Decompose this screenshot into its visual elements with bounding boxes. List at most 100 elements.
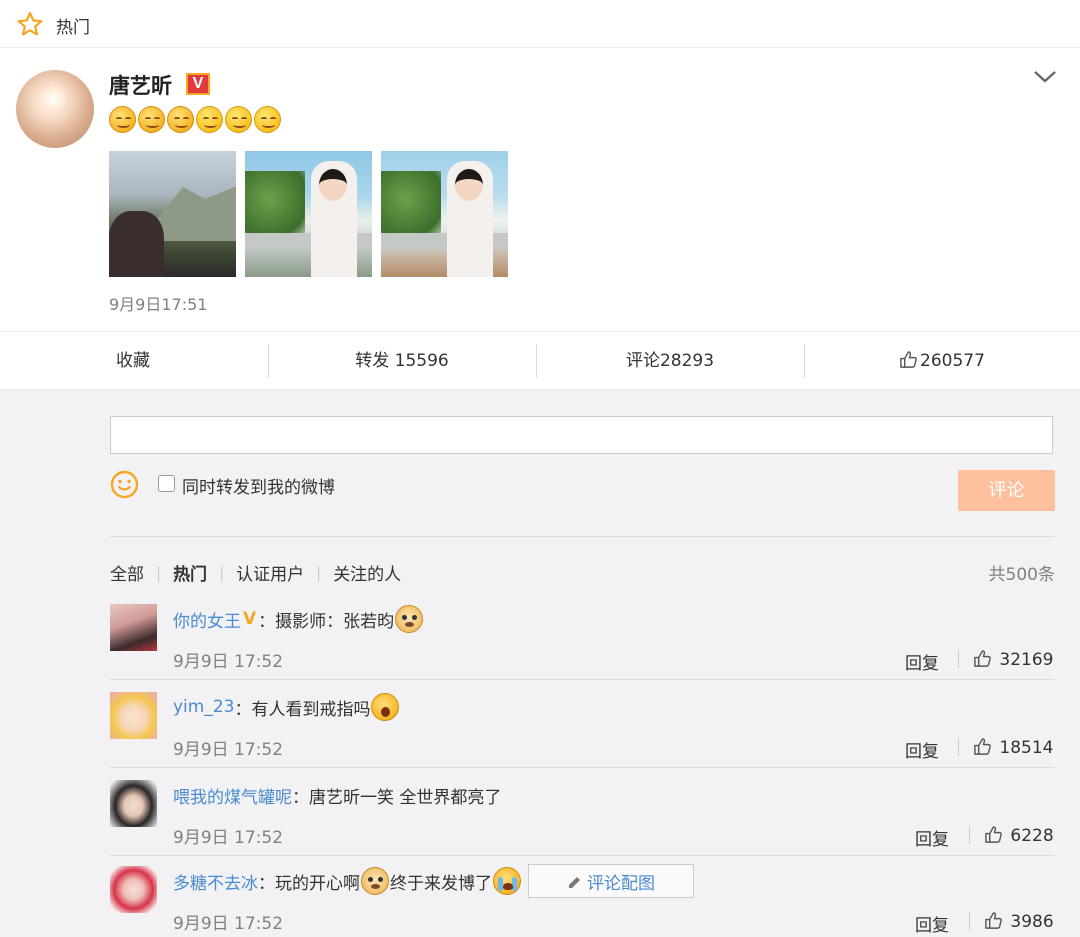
doge-emoji-icon [395, 605, 424, 633]
filter-verified[interactable]: 认证用户 [236, 560, 304, 585]
comment-input[interactable] [110, 416, 1053, 454]
smile-emoji-icon [138, 106, 165, 133]
comment-like-button[interactable]: 32169 [973, 649, 1054, 670]
divider [969, 826, 970, 844]
comment-text: 摄影师：张若昀 [275, 611, 395, 632]
flower-emoji-icon [254, 106, 281, 133]
commenter-avatar[interactable] [110, 692, 157, 739]
reply-button[interactable]: 回复 [905, 737, 939, 762]
comment-like-count: 32169 [999, 650, 1054, 670]
flower-emoji-icon [196, 106, 223, 133]
comment-colon: ： [258, 873, 275, 894]
comment-colon: ： [234, 699, 252, 720]
star-icon[interactable] [16, 10, 44, 38]
filter-separator: | [156, 563, 162, 582]
divider [110, 536, 1055, 537]
comment-like-button[interactable]: 6228 [984, 825, 1054, 846]
comment-like-button[interactable]: 18514 [973, 737, 1054, 758]
author-avatar[interactable] [16, 70, 94, 148]
reply-button[interactable]: 回复 [915, 911, 949, 936]
repost-button[interactable]: 转发 15596 [268, 332, 536, 390]
filter-separator: | [316, 563, 322, 582]
comment-like-count: 6228 [1010, 826, 1054, 846]
header-title: 热门 [56, 18, 90, 38]
crying-emoji-icon [493, 867, 521, 895]
post-photo-2[interactable] [245, 151, 372, 277]
chevron-down-icon[interactable] [1032, 68, 1058, 86]
emoji-picker-icon[interactable] [110, 470, 139, 499]
comment-text-line: 你的女王 V ： 摄影师：张若昀 [173, 604, 424, 634]
comment-picture-button[interactable]: 评论配图 [528, 864, 694, 898]
verified-v-icon[interactable]: V [186, 73, 210, 95]
comment-time: 9月9日 17:52 [173, 828, 284, 848]
comment-colon: ： [258, 611, 276, 632]
repost-checkbox[interactable] [158, 475, 175, 492]
commenter-avatar[interactable] [110, 780, 157, 827]
top-header: 热门 [0, 0, 1080, 48]
filter-all[interactable]: 全部 [110, 560, 144, 585]
comment-like-count: 18514 [999, 738, 1054, 758]
commenter-name[interactable]: 你的女王 [173, 607, 241, 632]
divider [958, 738, 959, 756]
comment-time: 9月9日 17:52 [173, 652, 284, 672]
thumbs-up-icon [974, 738, 991, 755]
comment-item: 喂我的煤气罐呢 ： 唐艺昕一笑 全世界都亮了 9月9日 17:52 回复 622… [110, 780, 1055, 868]
post-photo-1[interactable] [109, 151, 236, 277]
smile-emoji-icon [167, 106, 194, 133]
divider [110, 679, 1055, 680]
filter-hot[interactable]: 热门 [173, 560, 207, 585]
divider [110, 855, 1055, 856]
comment-text: 玩的开心啊 [275, 873, 360, 894]
reply-button[interactable]: 回复 [915, 825, 949, 850]
reply-button[interactable]: 回复 [905, 649, 939, 674]
thumbs-up-icon [900, 351, 917, 368]
favorite-button[interactable]: 收藏 [0, 332, 268, 390]
comment-text: 终于来发博了 [390, 873, 492, 894]
comment-total: 共500条 [988, 565, 1055, 585]
comment-item: yim_23 ： 有人看到戒指吗 9月9日 17:52 回复 18514 [110, 692, 1055, 780]
commenter-name[interactable]: 喂我的煤气罐呢 [173, 783, 292, 808]
comment-text: 唐艺昕一笑 全世界都亮了 [309, 787, 502, 808]
comment-filters: 全部 | 热门 | 认证用户 | 关注的人 [110, 560, 401, 586]
comment-text: 有人看到戒指吗 [251, 699, 371, 720]
post-timestamp[interactable]: 9月9日17:51 [109, 291, 207, 315]
thumbs-up-icon [974, 650, 991, 667]
repost-checkbox-label[interactable]: 同时转发到我的微博 [182, 473, 335, 498]
commenter-avatar[interactable] [110, 604, 157, 651]
flower-emoji-icon [225, 106, 252, 133]
commenter-name[interactable]: yim_23 [173, 697, 234, 717]
comment-text-line: 喂我的煤气罐呢 ： 唐艺昕一笑 全世界都亮了 [173, 780, 501, 810]
comment-like-count: 3986 [1010, 912, 1054, 932]
comment-text-line: 多糖不去冰 ： 玩的开心啊 终于来发博了 评论配图 [173, 864, 694, 898]
filter-following[interactable]: 关注的人 [333, 560, 401, 585]
smile-emoji-icon [109, 106, 136, 133]
author-name[interactable]: 唐艺昕 [109, 70, 172, 100]
weibo-post: 唐艺昕 V 9月9日17:51 [0, 48, 1080, 331]
comment-text-line: yim_23 ： 有人看到戒指吗 [173, 692, 400, 722]
post-emojis [109, 106, 281, 133]
submit-comment-button[interactable]: 评论 [958, 470, 1055, 511]
comment-time: 9月9日 17:52 [173, 740, 284, 760]
post-photo-3[interactable] [381, 151, 508, 277]
comment-time: 9月9日 17:52 [173, 914, 284, 934]
divider [110, 767, 1055, 768]
commenter-name[interactable]: 多糖不去冰 [173, 869, 258, 894]
like-count: 260577 [920, 351, 985, 371]
comment-item: 多糖不去冰 ： 玩的开心啊 终于来发博了 评论配图 9月9日 17:52 回复 … [110, 864, 1055, 937]
comment-button[interactable]: 评论28293 [536, 332, 804, 390]
pencil-icon [569, 877, 580, 888]
doge-emoji-icon [361, 867, 389, 895]
comment-picture-label: 评论配图 [587, 873, 655, 894]
filter-separator: | [219, 563, 225, 582]
commenter-avatar[interactable] [110, 866, 157, 913]
shocked-emoji-icon [371, 693, 400, 721]
verified-v-icon: V [243, 609, 257, 629]
divider [969, 912, 970, 930]
post-photos [109, 151, 508, 277]
comments-area: 同时转发到我的微博 评论 全部 | 热门 | 认证用户 | 关注的人 共500条… [0, 390, 1080, 937]
like-button[interactable]: 260577 [804, 332, 1080, 390]
comment-like-button[interactable]: 3986 [984, 911, 1054, 932]
thumbs-up-icon [985, 826, 1002, 843]
comment-item: 你的女王 V ： 摄影师：张若昀 9月9日 17:52 回复 32169 [110, 604, 1055, 692]
thumbs-up-icon [985, 912, 1002, 929]
